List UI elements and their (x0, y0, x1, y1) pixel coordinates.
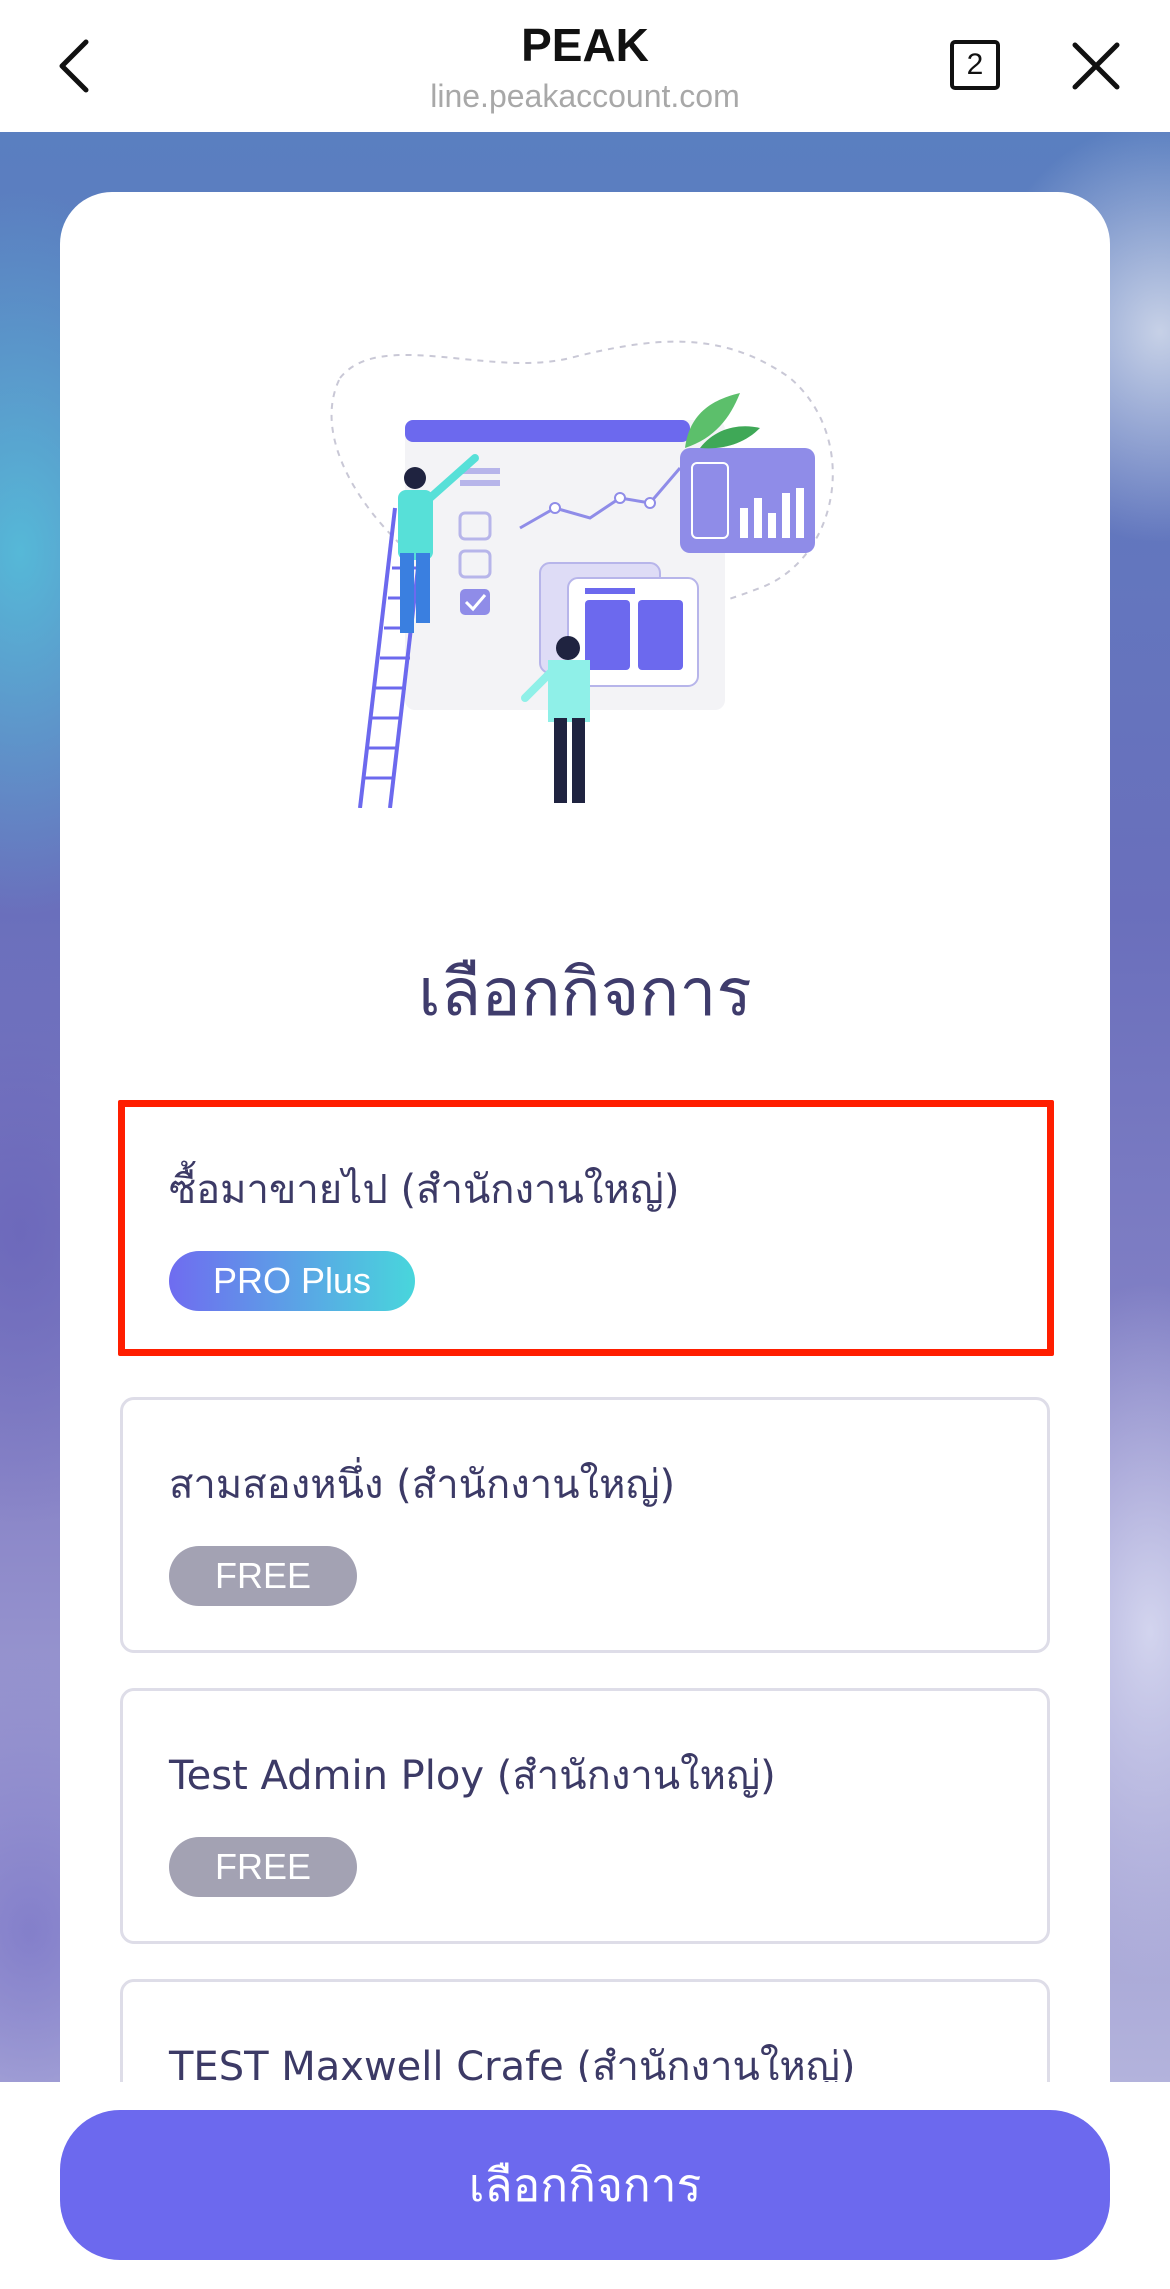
dashboard-illustration (330, 340, 834, 808)
plan-badge: FREE (169, 1837, 358, 1897)
bottom-action-bar: เลือกกิจการ (0, 2082, 1170, 2289)
plan-badge: FREE (169, 1546, 358, 1606)
business-item[interactable]: สามสองหนึ่ง (สำนักงานใหญ่) FREE (120, 1397, 1050, 1653)
business-item-selected[interactable]: ซื้อมาขายไป (สำนักงานใหญ่) PRO Plus (118, 1100, 1054, 1356)
page-heading: เลือกกิจการ (418, 954, 752, 1031)
business-name: ซื้อมาขายไป (สำนักงานใหญ่) (169, 1167, 680, 1213)
tab-count-button[interactable]: 2 (950, 40, 1000, 90)
close-button[interactable] (1060, 30, 1132, 102)
business-name: สามสองหนึ่ง (สำนักงานใหญ่) (169, 1462, 676, 1508)
business-name: Test Admin Ploy (สำนักงานใหญ่) (169, 1753, 776, 1799)
select-business-button[interactable]: เลือกกิจการ (60, 2110, 1110, 2260)
close-icon (1072, 42, 1120, 90)
plan-badge: PRO Plus (169, 1251, 416, 1311)
browser-header: PEAK line.peakaccount.com 2 (0, 0, 1170, 132)
business-item[interactable]: Test Admin Ploy (สำนักงานใหญ่) FREE (120, 1688, 1050, 1944)
